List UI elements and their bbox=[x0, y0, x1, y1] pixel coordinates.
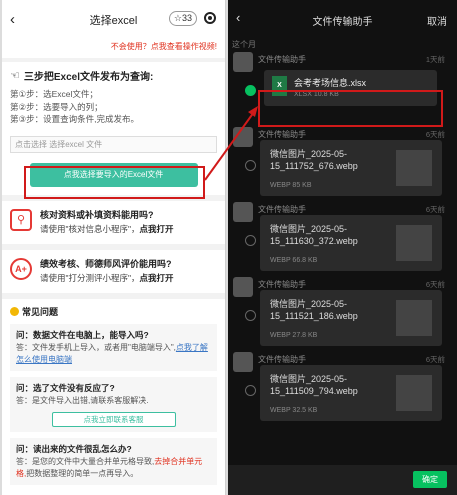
sender-name: 文件传输助手 bbox=[258, 205, 306, 214]
cancel-button[interactable]: 取消 bbox=[427, 13, 447, 28]
file-picker-field[interactable]: 点击选择 选择excel 文件 bbox=[10, 135, 217, 153]
file-bubble[interactable]: 微信图片_2025-05-15_111509_794.webp WEBP 32.… bbox=[260, 365, 442, 421]
file-meta: WEBP 85 KB bbox=[270, 182, 312, 189]
file-name: 会考考场信息.xlsx bbox=[294, 78, 367, 88]
highlight-box-xlsx-file bbox=[258, 90, 443, 127]
file-name: 微信图片_2025-05-15_111509_794.webp bbox=[270, 374, 358, 396]
card-title: 核对资料或补填资料能用吗? bbox=[40, 209, 154, 220]
timestamp: 6天前 bbox=[425, 130, 445, 139]
avatar bbox=[233, 202, 253, 222]
faq-answer: 答：文件发手机上导入，或者用"电脑端导入",点我了解怎么使用电脑端 bbox=[16, 342, 208, 364]
bulb-icon bbox=[10, 306, 19, 316]
faq-item: 问：选了文件没有反应了? 答：是文件导入出错,请联系客服解决. 点我立即联系客服 bbox=[10, 376, 217, 432]
timestamp: 1天前 bbox=[425, 55, 445, 64]
file-name: 微信图片_2025-05-15_111752_676.webp bbox=[270, 149, 358, 171]
card-title: 绩效考核、师德师风评价能用吗? bbox=[40, 258, 172, 269]
sender-name: 文件传输助手 bbox=[258, 130, 306, 139]
step-3: 第③步：设置查询条件,完成发布。 bbox=[10, 114, 139, 124]
faq-answer: 答：是文件导入出错,请联系客服解决. bbox=[16, 395, 149, 405]
sender-name: 文件传输助手 bbox=[258, 280, 306, 289]
image-thumbnail bbox=[396, 150, 432, 186]
step-2: 第②步：选要导入的列； bbox=[10, 101, 103, 112]
avatar bbox=[233, 352, 253, 372]
image-thumbnail bbox=[396, 375, 432, 411]
file-name: 微信图片_2025-05-15_111521_186.webp bbox=[270, 299, 358, 321]
avatar bbox=[233, 127, 253, 147]
page-title: 文件传输助手 bbox=[312, 17, 373, 28]
date-group-label: 这个月 bbox=[232, 40, 256, 49]
file-item[interactable]: 文件传输助手 6天前 微信图片_2025-05-15_111509_794.we… bbox=[228, 352, 457, 427]
sender-name: 文件传输助手 bbox=[258, 355, 306, 364]
avatar bbox=[233, 52, 253, 72]
avatar bbox=[233, 277, 253, 297]
card-text: 请使用"核对信息小程序"，点我打开 bbox=[40, 223, 174, 234]
select-radio[interactable] bbox=[245, 310, 256, 321]
file-bubble[interactable]: 微信图片_2025-05-15_111630_372.webp WEBP 66.… bbox=[260, 215, 442, 271]
file-item[interactable]: 文件传输助手 6天前 微信图片_2025-05-15_111752_676.we… bbox=[228, 127, 457, 202]
faq-question: 问：读出来的文件很乱怎么办? bbox=[16, 443, 132, 454]
image-thumbnail bbox=[396, 225, 432, 261]
faq-answer: 答：是您的文件中大量合并单元格导致,去掉合并单元格,把数据整理的简单一点再导入。 bbox=[16, 456, 203, 478]
select-radio[interactable] bbox=[245, 235, 256, 246]
file-name: 微信图片_2025-05-15_111630_372.webp bbox=[270, 224, 358, 246]
timestamp: 6天前 bbox=[425, 280, 445, 289]
file-item[interactable]: 文件传输助手 6天前 微信图片_2025-05-15_111521_186.we… bbox=[228, 277, 457, 352]
screen: ‹ 选择excel ☆33 不会使用？点我查看操作视频! ☜ 三步把Excel文… bbox=[0, 0, 457, 495]
faq-question: 问：选了文件没有反应了? bbox=[16, 382, 115, 393]
step-1: 第①步：选Excel文件； bbox=[10, 89, 98, 99]
wechat-file-picker: ‹ 文件传输助手 取消 这个月 文件传输助手 1天前 X 会考考场信息.xlsx… bbox=[228, 0, 457, 495]
card-text: 请使用"打分测评小程序"，点我打开 bbox=[40, 272, 174, 283]
open-link[interactable]: 点我打开 bbox=[140, 273, 174, 283]
file-bubble[interactable]: 微信图片_2025-05-15_111521_186.webp WEBP 27.… bbox=[260, 290, 442, 346]
file-item[interactable]: 文件传输助手 6天前 微信图片_2025-05-15_111630_372.we… bbox=[228, 202, 457, 277]
file-meta: WEBP 32.5 KB bbox=[270, 407, 318, 414]
footer-bar: 确定 bbox=[228, 465, 457, 495]
faq-question: 问：数据文件在电脑上，能导入吗? bbox=[16, 329, 149, 340]
steps-heading: ☜ 三步把Excel文件发布为查询: bbox=[10, 70, 154, 83]
contact-support-button[interactable]: 点我立即联系客服 bbox=[51, 411, 176, 427]
confirm-button[interactable]: 确定 bbox=[413, 471, 447, 488]
pointing-hand-icon: ☜ bbox=[10, 70, 20, 82]
excel-select-page: ‹ 选择excel ☆33 不会使用？点我查看操作视频! ☜ 三步把Excel文… bbox=[2, 0, 226, 495]
timestamp: 6天前 bbox=[425, 355, 445, 364]
timestamp: 6天前 bbox=[425, 205, 445, 214]
header: ‹ 选择excel ☆33 bbox=[2, 0, 225, 38]
search-doc-icon: ⚲ bbox=[10, 208, 32, 231]
faq-heading: 常见问题 bbox=[10, 305, 217, 318]
verify-info-card[interactable]: ⚲ 核对资料或补填资料能用吗? 请使用"核对信息小程序"，点我打开 bbox=[2, 200, 225, 244]
star-count-badge[interactable]: ☆33 bbox=[168, 11, 197, 26]
open-link[interactable]: 点我打开 bbox=[140, 224, 174, 234]
select-radio[interactable] bbox=[245, 160, 256, 171]
faq-item: 问：数据文件在电脑上，能导入吗? 答：文件发手机上导入，或者用"电脑端导入",点… bbox=[10, 323, 217, 371]
a-plus-icon: A+ bbox=[10, 257, 32, 280]
help-video-link[interactable]: 不会使用？点我查看操作视频! bbox=[2, 38, 225, 58]
file-bubble[interactable]: 微信图片_2025-05-15_111752_676.webp WEBP 85 … bbox=[260, 140, 442, 196]
faq-section: 常见问题 问：数据文件在电脑上，能导入吗? 答：文件发手机上导入，或者用"电脑端… bbox=[2, 298, 225, 495]
record-icon[interactable] bbox=[204, 12, 216, 24]
sender-name: 文件传输助手 bbox=[258, 55, 306, 64]
image-thumbnail bbox=[396, 300, 432, 336]
file-meta: WEBP 27.8 KB bbox=[270, 332, 318, 339]
highlight-box-select-button bbox=[24, 166, 205, 199]
select-radio[interactable] bbox=[245, 385, 256, 396]
scoring-card[interactable]: A+ 绩效考核、师德师风评价能用吗? 请使用"打分测评小程序"，点我打开 bbox=[2, 249, 225, 293]
file-meta: WEBP 66.8 KB bbox=[270, 257, 318, 264]
select-radio[interactable] bbox=[245, 85, 256, 96]
header: ‹ 文件传输助手 取消 bbox=[228, 0, 457, 38]
faq-item: 问：读出来的文件很乱怎么办? 答：是您的文件中大量合并单元格导致,去掉合并单元格… bbox=[10, 437, 217, 485]
